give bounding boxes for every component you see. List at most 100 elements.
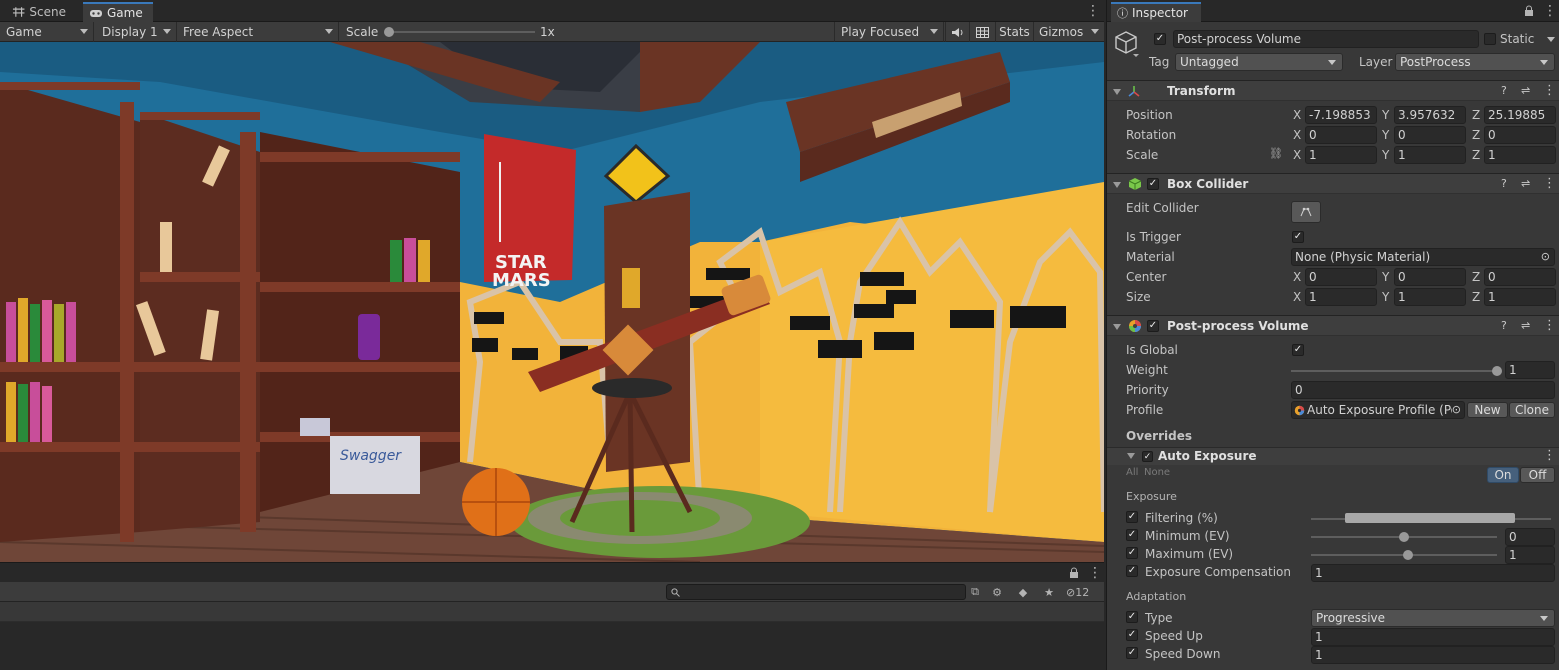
transform-header[interactable]: Transform ? ⇌ ⋮ bbox=[1107, 80, 1559, 101]
object-picker-icon[interactable]: ⊙ bbox=[1451, 403, 1461, 416]
filtering-override-checkbox[interactable]: ✓ bbox=[1126, 511, 1138, 523]
object-active-checkbox[interactable]: ✓ bbox=[1154, 33, 1166, 45]
game-mode-dropdown[interactable]: Game bbox=[0, 22, 94, 42]
position-x-input[interactable]: -7.198853 bbox=[1305, 106, 1377, 124]
object-picker-icon[interactable]: ⊙ bbox=[1541, 250, 1550, 263]
priority-input[interactable]: 0 bbox=[1291, 381, 1555, 399]
weight-slider-track[interactable] bbox=[1291, 370, 1497, 372]
override-none-link[interactable]: None bbox=[1144, 467, 1170, 478]
override-all-link[interactable]: All bbox=[1126, 467, 1138, 478]
presets-sliders-icon[interactable]: ⇌ bbox=[1521, 319, 1530, 332]
foldout-arrow-icon[interactable] bbox=[1113, 324, 1121, 330]
edit-collider-button[interactable] bbox=[1291, 201, 1321, 223]
speed-up-override-checkbox[interactable]: ✓ bbox=[1126, 629, 1138, 641]
auto-exposure-header[interactable]: ✓ Auto Exposure ⋮ bbox=[1107, 447, 1559, 465]
presets-sliders-icon[interactable]: ⇌ bbox=[1521, 84, 1530, 97]
position-y-input[interactable]: 3.957632 bbox=[1394, 106, 1466, 124]
profile-object-field[interactable]: Auto Exposure Profile (Po ⊙ bbox=[1291, 401, 1465, 419]
foldout-arrow-icon[interactable] bbox=[1127, 453, 1135, 459]
component-menu-icon[interactable]: ⋮ bbox=[1543, 83, 1556, 98]
inspector-menu-icon[interactable]: ⋮ bbox=[1543, 4, 1557, 18]
material-object-field[interactable]: None (Physic Material) ⊙ bbox=[1291, 248, 1555, 266]
constrain-proportions-link-icon[interactable]: ⛓ bbox=[1269, 147, 1283, 160]
search-by-type-icon[interactable]: ⧉ bbox=[967, 584, 983, 600]
gizmos-dropdown[interactable]: Gizmos bbox=[1033, 22, 1104, 42]
game-layout-button[interactable] bbox=[969, 22, 995, 42]
component-menu-icon[interactable]: ⋮ bbox=[1543, 176, 1556, 191]
tab-inspector[interactable]: ⓘ Inspector bbox=[1111, 2, 1201, 22]
override-menu-icon[interactable]: ⋮ bbox=[1543, 448, 1556, 463]
speed-up-input[interactable]: 1 bbox=[1311, 628, 1555, 646]
display-dropdown[interactable]: Display 1 bbox=[96, 22, 177, 42]
exposure-compensation-input[interactable]: 1 bbox=[1311, 564, 1555, 582]
effect-off-button[interactable]: Off bbox=[1520, 467, 1555, 483]
is-global-checkbox[interactable]: ✓ bbox=[1292, 344, 1304, 356]
rotation-x-input[interactable]: 0 bbox=[1305, 126, 1377, 144]
weight-input[interactable]: 1 bbox=[1505, 361, 1555, 379]
aspect-dropdown[interactable]: Free Aspect bbox=[177, 22, 339, 42]
is-trigger-checkbox[interactable]: ✓ bbox=[1292, 231, 1304, 243]
exposure-compensation-override-checkbox[interactable]: ✓ bbox=[1126, 565, 1138, 577]
scale-slider-track[interactable] bbox=[387, 31, 535, 33]
help-icon[interactable]: ? bbox=[1501, 84, 1507, 97]
rotation-y-input[interactable]: 0 bbox=[1394, 126, 1466, 144]
center-y-input[interactable]: 0 bbox=[1394, 268, 1466, 286]
layer-dropdown[interactable]: PostProcess bbox=[1395, 53, 1555, 71]
tag-dropdown[interactable]: Untagged bbox=[1175, 53, 1343, 71]
minimum-slider-knob[interactable] bbox=[1399, 532, 1409, 542]
center-x-input[interactable]: 0 bbox=[1305, 268, 1377, 286]
tab-game[interactable]: Game bbox=[83, 2, 153, 22]
game-window-menu-icon[interactable]: ⋮ bbox=[1086, 4, 1100, 18]
component-menu-icon[interactable]: ⋮ bbox=[1543, 318, 1556, 333]
play-mode-dropdown[interactable]: Play Focused bbox=[834, 22, 944, 42]
object-name-input[interactable]: Post-process Volume bbox=[1173, 30, 1479, 48]
filtering-range-slider[interactable] bbox=[1344, 513, 1515, 523]
presets-sliders-icon[interactable]: ⇌ bbox=[1521, 177, 1530, 190]
favorite-star-icon[interactable]: ★ bbox=[1041, 584, 1057, 600]
box-collider-enabled-checkbox[interactable]: ✓ bbox=[1147, 178, 1159, 190]
rotation-z-input[interactable]: 0 bbox=[1484, 126, 1556, 144]
post-process-volume-header[interactable]: ✓ Post-process Volume ? ⇌ ⋮ bbox=[1107, 315, 1559, 336]
scale-y-input[interactable]: 1 bbox=[1394, 146, 1466, 164]
volume-enabled-checkbox[interactable]: ✓ bbox=[1147, 320, 1159, 332]
new-profile-button[interactable]: New bbox=[1467, 402, 1508, 418]
help-icon[interactable]: ? bbox=[1501, 177, 1507, 190]
label-tag-icon[interactable]: ◆ bbox=[1015, 584, 1031, 600]
size-z-input[interactable]: 1 bbox=[1484, 288, 1556, 306]
scale-slider-knob[interactable] bbox=[384, 27, 394, 37]
tab-scene[interactable]: Scene bbox=[6, 2, 72, 22]
maximum-override-checkbox[interactable]: ✓ bbox=[1126, 547, 1138, 559]
scale-z-input[interactable]: 1 bbox=[1484, 146, 1556, 164]
maximum-input[interactable]: 1 bbox=[1505, 546, 1555, 564]
stats-button[interactable]: Stats bbox=[995, 22, 1033, 42]
static-dropdown-icon[interactable] bbox=[1547, 37, 1555, 42]
size-x-input[interactable]: 1 bbox=[1305, 288, 1377, 306]
help-icon[interactable]: ? bbox=[1501, 319, 1507, 332]
center-z-input[interactable]: 0 bbox=[1484, 268, 1556, 286]
hidden-packages-toggle[interactable]: ⊘ 12 bbox=[1066, 584, 1100, 600]
type-override-checkbox[interactable]: ✓ bbox=[1126, 611, 1138, 623]
lock-icon[interactable] bbox=[1068, 567, 1080, 579]
hierarchy-search-input[interactable] bbox=[666, 584, 966, 600]
game-viewport[interactable]: Swagger STAR MARS bbox=[0, 42, 1104, 562]
adaptation-type-dropdown[interactable]: Progressive bbox=[1311, 609, 1555, 627]
foldout-arrow-icon[interactable] bbox=[1113, 89, 1121, 95]
minimum-input[interactable]: 0 bbox=[1505, 528, 1555, 546]
speed-down-override-checkbox[interactable]: ✓ bbox=[1126, 647, 1138, 659]
effect-on-button[interactable]: On bbox=[1487, 467, 1519, 483]
size-y-input[interactable]: 1 bbox=[1394, 288, 1466, 306]
minimum-override-checkbox[interactable]: ✓ bbox=[1126, 529, 1138, 541]
scale-x-input[interactable]: 1 bbox=[1305, 146, 1377, 164]
static-checkbox[interactable] bbox=[1484, 33, 1496, 45]
box-collider-header[interactable]: ✓ Box Collider ? ⇌ ⋮ bbox=[1107, 173, 1559, 194]
clone-profile-button[interactable]: Clone bbox=[1509, 402, 1555, 418]
lower-window-menu-icon[interactable]: ⋮ bbox=[1088, 566, 1102, 580]
maximum-slider-knob[interactable] bbox=[1402, 550, 1413, 560]
lock-icon[interactable] bbox=[1523, 5, 1535, 17]
speed-down-input[interactable]: 1 bbox=[1311, 646, 1555, 664]
foldout-arrow-icon[interactable] bbox=[1113, 182, 1121, 188]
position-z-input[interactable]: 25.19885 bbox=[1484, 106, 1556, 124]
auto-exposure-enabled-checkbox[interactable]: ✓ bbox=[1142, 451, 1153, 462]
filter-type-icon[interactable]: ⚙ bbox=[989, 584, 1005, 600]
weight-slider-knob[interactable] bbox=[1492, 366, 1502, 376]
